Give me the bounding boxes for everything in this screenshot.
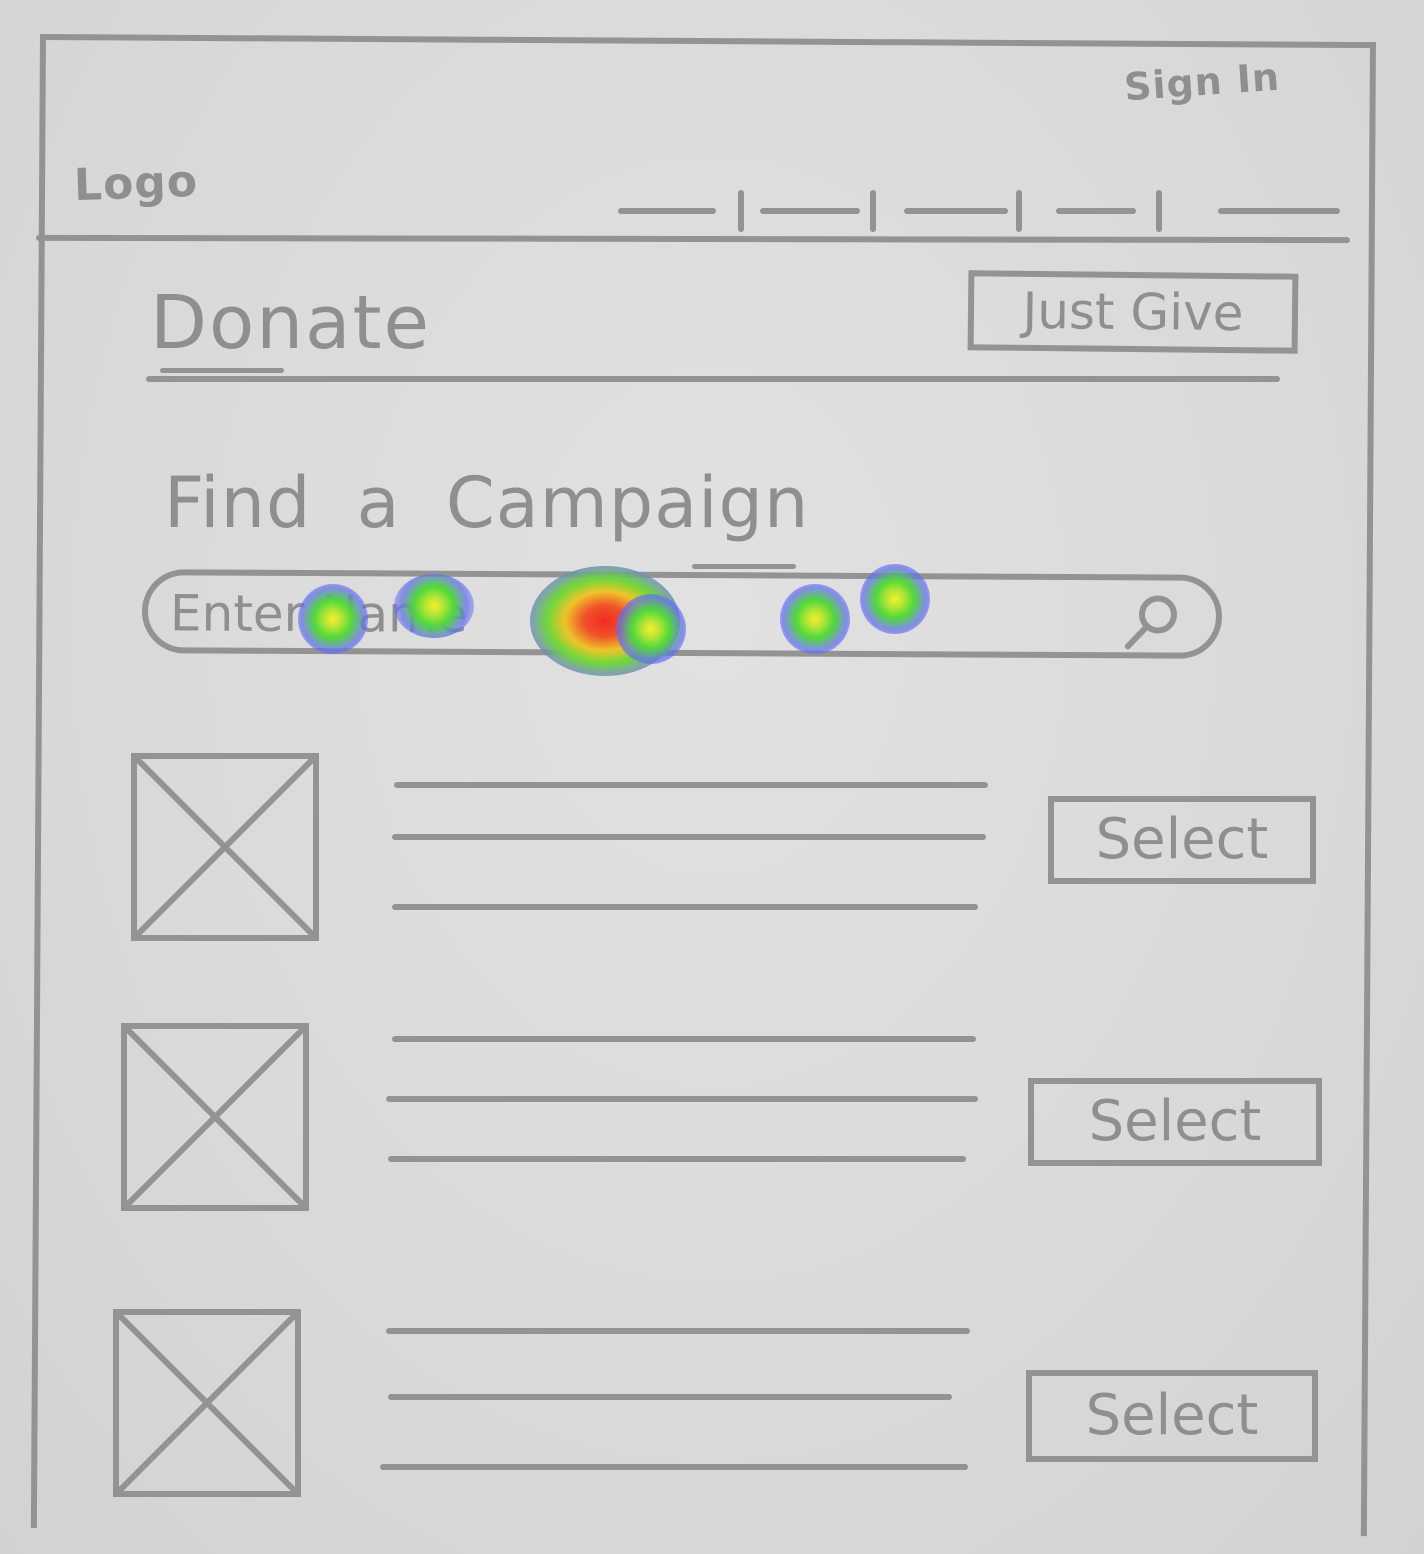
search-icon[interactable] xyxy=(1120,586,1186,652)
text-line-placeholder xyxy=(392,834,986,840)
nav-separator xyxy=(1016,190,1022,232)
image-placeholder-icon xyxy=(121,1023,309,1211)
text-line-placeholder xyxy=(394,782,988,788)
text-line-placeholder xyxy=(386,1328,970,1334)
nav-separator xyxy=(738,190,744,232)
search-input[interactable] xyxy=(169,583,1071,649)
heading-underline xyxy=(692,564,796,569)
select-button[interactable]: Select xyxy=(1026,1370,1318,1462)
text-line-placeholder xyxy=(380,1464,968,1470)
page-title: Donate xyxy=(150,280,432,366)
nav-item-3[interactable] xyxy=(904,208,1008,214)
image-placeholder-icon xyxy=(131,753,319,941)
section-divider xyxy=(146,376,1280,382)
nav-separator xyxy=(1156,190,1162,232)
nav-item-1[interactable] xyxy=(618,208,716,214)
logo[interactable]: Logo xyxy=(73,156,199,211)
nav-item-5[interactable] xyxy=(1218,208,1340,214)
nav-item-2[interactable] xyxy=(760,208,860,214)
text-line-placeholder xyxy=(386,1096,978,1102)
title-underline xyxy=(160,368,284,373)
text-line-placeholder xyxy=(392,904,978,910)
find-campaign-heading: Find a Campaign xyxy=(164,462,810,544)
nav-item-4[interactable] xyxy=(1056,208,1136,214)
select-button[interactable]: Select xyxy=(1048,796,1316,884)
select-button[interactable]: Select xyxy=(1028,1078,1322,1166)
search-bar[interactable] xyxy=(141,569,1223,659)
text-line-placeholder xyxy=(392,1036,976,1042)
nav-bar xyxy=(618,184,1342,238)
text-line-placeholder xyxy=(388,1156,966,1162)
text-line-placeholder xyxy=(388,1394,952,1400)
just-give-button[interactable]: Just Give xyxy=(967,270,1299,354)
image-placeholder-icon xyxy=(113,1309,301,1497)
nav-separator xyxy=(870,190,876,232)
